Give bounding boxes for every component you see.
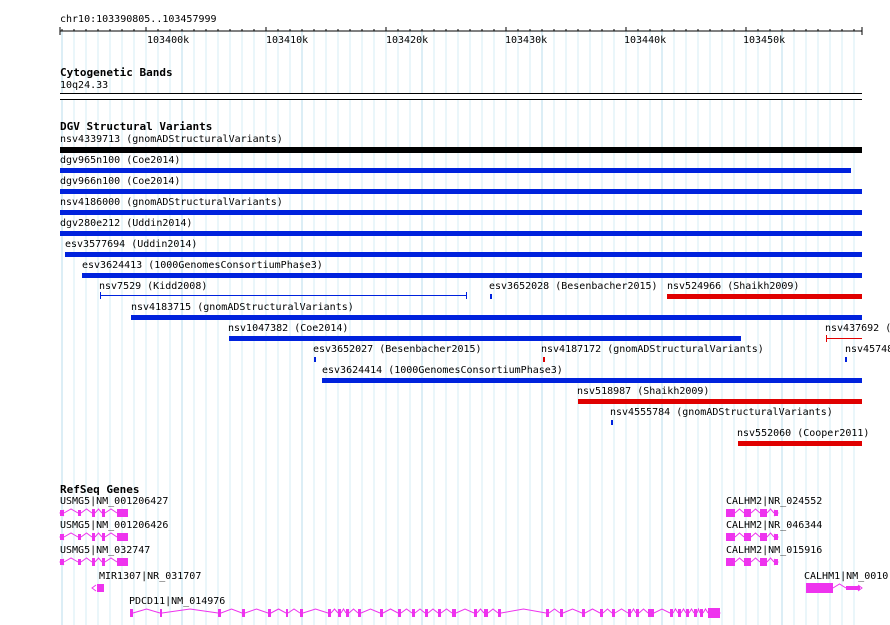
refseq-gene-model[interactable] <box>130 607 721 618</box>
refseq-gene-label: PDCD11|NM_014976 <box>129 596 226 607</box>
refseq-gene-model[interactable] <box>59 508 128 517</box>
refseq-gene-model[interactable] <box>59 532 128 541</box>
refseq-gene-label: CALHM1|NM_0010 <box>804 571 889 582</box>
refseq-gene-model[interactable] <box>726 557 779 566</box>
refseq-gene-models[interactable] <box>0 0 890 625</box>
refseq-gene-label: USMG5|NM_001206427 <box>60 496 169 507</box>
refseq-gene-label: MIR1307|NR_031707 <box>99 571 202 582</box>
refseq-gene-model[interactable] <box>59 557 128 566</box>
refseq-gene-model[interactable] <box>91 584 104 592</box>
refseq-gene-label: USMG5|NM_001206426 <box>60 520 169 531</box>
refseq-gene-model[interactable] <box>726 508 779 517</box>
refseq-gene-model[interactable] <box>726 532 779 541</box>
refseq-gene-model[interactable] <box>806 583 863 593</box>
refseq-gene-label: CALHM2|NR_024552 <box>726 496 823 507</box>
refseq-gene-label: CALHM2|NR_046344 <box>726 520 823 531</box>
refseq-gene-label: USMG5|NM_032747 <box>60 545 151 556</box>
refseq-gene-label: CALHM2|NM_015916 <box>726 545 823 556</box>
